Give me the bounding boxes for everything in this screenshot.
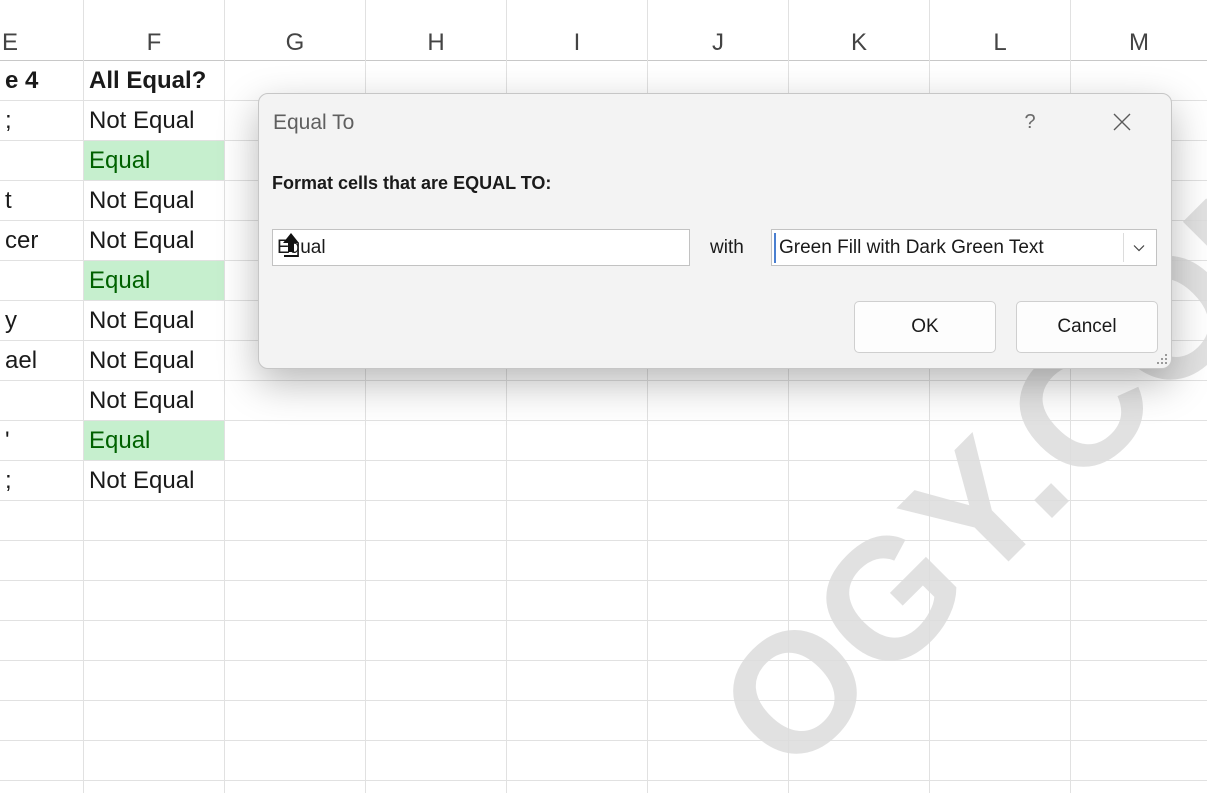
collapse-dialog-button[interactable] <box>277 230 305 260</box>
cell-e10[interactable]: ' <box>5 421 83 460</box>
column-header-i[interactable]: I <box>507 26 647 60</box>
column-header-e[interactable]: E <box>0 26 20 60</box>
format-select[interactable]: Green Fill with Dark Green Text <box>771 229 1157 266</box>
up-arrow-icon <box>283 233 299 257</box>
cell-f11[interactable]: Not Equal <box>84 461 224 500</box>
cell-e9[interactable] <box>5 381 83 420</box>
cell-f3[interactable]: Equal <box>84 141 224 180</box>
chevron-down-icon <box>1133 244 1145 251</box>
cell-e8[interactable]: ael <box>5 341 83 380</box>
row-gridline <box>0 660 1207 661</box>
dialog-title: Equal To <box>273 111 355 134</box>
cell-e3[interactable] <box>5 141 83 180</box>
cell-f2[interactable]: Not Equal <box>84 101 224 140</box>
cell-e7[interactable]: y <box>5 301 83 340</box>
cell-e5[interactable]: cer <box>5 221 83 260</box>
close-icon <box>1113 113 1131 131</box>
cell-e6[interactable] <box>5 261 83 300</box>
row-gridline <box>0 700 1207 701</box>
column-header-j[interactable]: J <box>648 26 788 60</box>
cell-f5[interactable]: Not Equal <box>84 221 224 260</box>
with-label: with <box>710 237 744 258</box>
format-select-value: Green Fill with Dark Green Text <box>774 233 1044 263</box>
cell-e11[interactable]: ; <box>5 461 83 500</box>
close-button[interactable] <box>1104 104 1140 140</box>
help-button[interactable]: ? <box>1017 108 1043 136</box>
column-header-m[interactable]: M <box>1071 26 1207 60</box>
dropdown-button[interactable] <box>1123 233 1154 262</box>
row-gridline <box>0 740 1207 741</box>
row-gridline <box>0 580 1207 581</box>
dialog-prompt: Format cells that are EQUAL TO: <box>272 173 552 193</box>
cell-f-header[interactable]: All Equal? <box>89 61 224 100</box>
ok-button[interactable]: OK <box>854 301 996 353</box>
column-header-k[interactable]: K <box>789 26 929 60</box>
row-gridline <box>0 540 1207 541</box>
cell-e4[interactable]: t <box>5 181 83 220</box>
column-header-f[interactable]: F <box>84 26 224 60</box>
cell-f4[interactable]: Not Equal <box>84 181 224 220</box>
cell-f7[interactable]: Not Equal <box>84 301 224 340</box>
resize-grip-icon[interactable] <box>1156 353 1168 365</box>
value-input[interactable]: Equal <box>272 229 690 266</box>
cell-e1[interactable]: e 4 <box>5 61 83 100</box>
column-header-g[interactable]: G <box>225 26 365 60</box>
cell-f8[interactable]: Not Equal <box>84 341 224 380</box>
row-gridline <box>0 500 1207 501</box>
cell-e2[interactable]: ; <box>5 101 83 140</box>
cell-f6[interactable]: Equal <box>84 261 224 300</box>
row-gridline <box>0 620 1207 621</box>
cell-f9[interactable]: Not Equal <box>84 381 224 420</box>
column-header-h[interactable]: H <box>366 26 506 60</box>
row-gridline <box>0 780 1207 781</box>
column-header-l[interactable]: L <box>930 26 1070 60</box>
cancel-button[interactable]: Cancel <box>1016 301 1158 353</box>
equal-to-dialog: Equal To ? Format cells that are EQUAL T… <box>258 93 1172 369</box>
cell-f10[interactable]: Equal <box>84 421 224 460</box>
dialog-titlebar[interactable]: Equal To ? <box>259 94 1171 154</box>
column-gridline <box>224 0 225 793</box>
